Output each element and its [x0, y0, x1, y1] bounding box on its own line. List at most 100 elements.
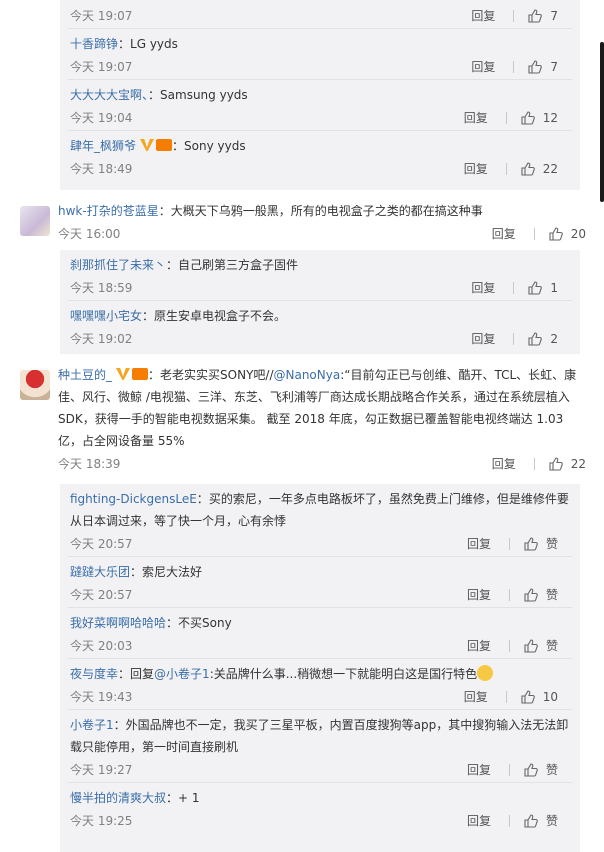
reply-username[interactable]: 躂躂大乐团: [70, 565, 130, 579]
thumb-up-icon: [521, 111, 535, 125]
verified-v-icon: [116, 368, 131, 380]
avatar[interactable]: [20, 206, 50, 236]
reply-text: + 1: [178, 791, 200, 805]
reply-username[interactable]: fighting-DickgensLeE: [70, 492, 197, 506]
reply-username[interactable]: 刹那抓住了未来丶: [70, 258, 166, 272]
scrollbar-thumb[interactable]: [600, 42, 604, 202]
timestamp: 今天 19:25: [70, 814, 133, 828]
reply-username[interactable]: 我好菜啊啊哈哈哈: [70, 616, 166, 630]
timestamp: 今天 18:59: [70, 281, 133, 295]
like-count: 10: [542, 690, 558, 704]
reply-username[interactable]: 肆年_枫狮爷: [70, 139, 136, 153]
reply-text: 从日本调过来，等了快一个月，心有余悸: [70, 514, 287, 528]
comment-text: 大概天下乌鸦一般黑，所有的电视盒子之类的都在搞这种事: [170, 204, 483, 218]
like-button[interactable]: 10: [521, 685, 558, 709]
like-count: 20: [570, 227, 586, 241]
reply-item: 肆年_枫狮爷 ：Sony yyds 今天 18:49 回复 22: [60, 131, 580, 181]
reply-username[interactable]: 十香蹄铮: [70, 37, 118, 51]
thumb-up-icon: [528, 281, 543, 295]
thumb-up-icon: [521, 690, 535, 704]
thumb-up-icon: [528, 9, 543, 23]
like-button[interactable]: 赞: [524, 809, 558, 833]
timestamp: 今天 18:49: [70, 162, 133, 176]
reply-username[interactable]: 小卷子1: [70, 718, 114, 732]
reply-button[interactable]: 回复: [471, 276, 495, 300]
comment-username[interactable]: hwk-打杂的苍蓝星: [58, 204, 159, 218]
reply-item: 慢半拍的清爽大叔：+ 1 今天 19:25 回复 赞: [60, 783, 580, 833]
thumb-up-icon: [549, 457, 563, 471]
like-button[interactable]: 7: [528, 4, 558, 28]
reply-username[interactable]: 大大大大宝啊、: [70, 88, 148, 102]
like-button[interactable]: 22: [549, 452, 586, 476]
thumb-up-icon: [524, 814, 538, 828]
reply-item: 大大大大宝啊、：Samsung yyds 今天 19:04 回复 12: [60, 80, 580, 130]
thumb-up-icon: [528, 60, 543, 74]
like-button[interactable]: 20: [549, 222, 586, 246]
thumb-up-icon: [524, 537, 538, 551]
reply-text: 索尼大法好: [142, 565, 203, 579]
timestamp: 今天 20:03: [70, 639, 133, 653]
reply-username[interactable]: 夜与度幸: [70, 667, 118, 681]
reply-button[interactable]: 回复: [467, 634, 491, 658]
like-count: 22: [570, 457, 586, 471]
reply-button[interactable]: 回复: [464, 685, 488, 709]
reply-item: 刹那抓住了未来丶：自己刷第三方盒子固件 今天 18:59 回复 1: [60, 250, 580, 300]
reply-text: LG yyds: [130, 37, 178, 51]
reply-text: :关品牌什么事...稍微想一下就能明白这是国行特色: [209, 667, 478, 681]
reply-username[interactable]: 慢半拍的清爽大叔: [70, 791, 166, 805]
like-count: 赞: [545, 537, 558, 551]
reply-text: 自己刷第三方盒子固件: [178, 258, 299, 272]
thumb-up-icon: [521, 162, 535, 176]
reply-button[interactable]: 回复: [467, 758, 491, 782]
reply-item: 小卷子1：外国品牌也不一定，我买了三星平板，内置百度搜狗等app，其中搜狗输入法…: [60, 710, 580, 782]
timestamp: 今天 16:00: [58, 227, 121, 241]
like-count: 7: [550, 9, 558, 23]
like-button[interactable]: 2: [528, 327, 558, 351]
like-count: 7: [550, 60, 558, 74]
like-count: 赞: [545, 814, 558, 828]
like-button[interactable]: 赞: [524, 758, 558, 782]
reply-button[interactable]: 回复: [467, 583, 491, 607]
like-button[interactable]: 赞: [524, 583, 558, 607]
mention-link[interactable]: @小卷子1: [154, 667, 210, 681]
like-button[interactable]: 12: [521, 106, 558, 130]
avatar[interactable]: [20, 370, 50, 400]
reply-item: fighting-DickgensLeE：买的索尼，一年多点电路板坏了，虽然免费…: [60, 484, 580, 556]
like-button[interactable]: 赞: [524, 532, 558, 556]
reply-button[interactable]: 回复: [467, 532, 491, 556]
reply-text: 不买Sony: [178, 616, 232, 630]
timestamp: 今天 19:04: [70, 111, 133, 125]
reply-button[interactable]: 回复: [471, 55, 495, 79]
timestamp: 今天 19:07: [70, 9, 133, 23]
reply-button[interactable]: 回复: [492, 452, 516, 476]
reply-button[interactable]: 回复: [492, 222, 516, 246]
reply-button[interactable]: 回复: [471, 4, 495, 28]
reply-button[interactable]: 回复: [464, 106, 488, 130]
thumb-up-icon: [528, 332, 543, 346]
timestamp: 今天 19:27: [70, 763, 133, 777]
reply-button[interactable]: 回复: [467, 809, 491, 833]
like-count: 赞: [545, 763, 558, 777]
comment-username[interactable]: 种土豆的_: [58, 368, 112, 382]
reply-username[interactable]: 嘿嘿嘿小宅女: [70, 309, 142, 323]
reply-item: 躂躂大乐团：索尼大法好 今天 20:57 回复 赞: [60, 557, 580, 607]
reply-button[interactable]: 回复: [471, 327, 495, 351]
timestamp: 今天 18:39: [58, 457, 121, 471]
timestamp: 今天 19:02: [70, 332, 133, 346]
reply-item: 我好菜啊啊哈哈哈：不买Sony 今天 20:03 回复 赞: [60, 608, 580, 658]
like-button[interactable]: 7: [528, 55, 558, 79]
reply-item: 嘿嘿嘿小宅女：原生安卓电视盒子不会。 今天 19:02 回复 2: [60, 301, 580, 351]
like-count: 12: [542, 111, 558, 125]
like-button[interactable]: 22: [521, 157, 558, 181]
reply-button[interactable]: 回复: [464, 157, 488, 181]
like-count: 2: [550, 332, 558, 346]
like-button[interactable]: 1: [528, 276, 558, 300]
verified-v-icon: [140, 139, 155, 151]
mention-link[interactable]: @NanoNya: [274, 368, 341, 382]
like-button[interactable]: 赞: [524, 634, 558, 658]
timestamp: 今天 19:43: [70, 690, 133, 704]
reply-text: Sony yyds: [184, 139, 246, 153]
crown-icon: [156, 139, 173, 151]
comment-text: 亿，占全网设备量 55%: [58, 434, 185, 448]
thumb-up-icon: [524, 588, 538, 602]
